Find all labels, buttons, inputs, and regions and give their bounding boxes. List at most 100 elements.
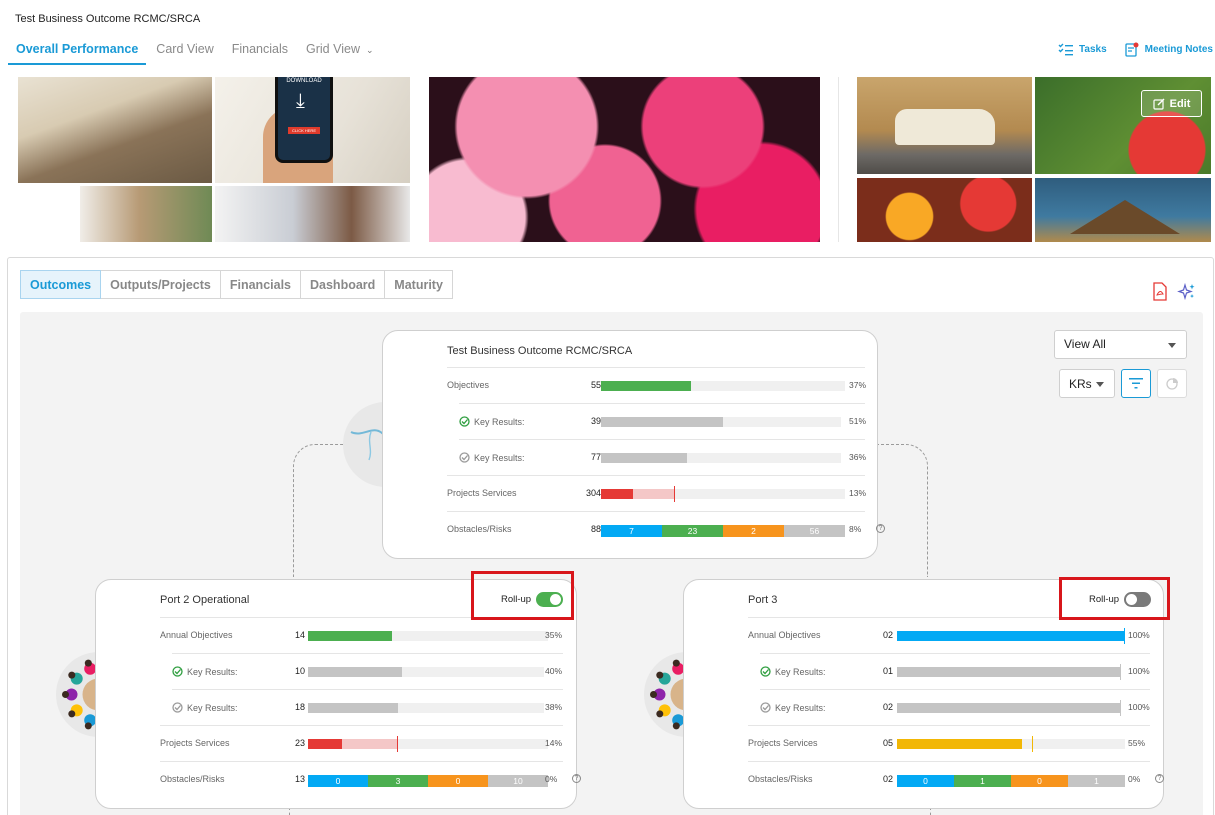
port3-row-count: 01 bbox=[882, 666, 893, 676]
port3-row-count: 02 bbox=[882, 702, 893, 712]
tab-financials-sub[interactable]: Financials bbox=[219, 270, 301, 299]
filter-icon bbox=[1129, 378, 1143, 389]
main-row-count: 88 bbox=[590, 524, 601, 534]
key-result-done-icon bbox=[459, 416, 470, 427]
port2-obstacles-bar: 0 3 0 10 bbox=[308, 775, 548, 787]
port2-card-title: Port 2 Operational bbox=[160, 594, 250, 606]
port3-row-count: 02 bbox=[882, 630, 893, 640]
tab-outcomes[interactable]: Outcomes bbox=[20, 270, 102, 299]
port2-progress-bar bbox=[308, 631, 548, 641]
main-row-label: Key Results: bbox=[459, 452, 525, 463]
port3-row-label: Projects Services bbox=[748, 738, 818, 748]
port2-row-kr-done: Key Results: 10 40% bbox=[172, 653, 563, 689]
daisies-photo bbox=[857, 178, 1032, 242]
port2-progress-fill bbox=[308, 667, 403, 677]
tab-grid-view-label: Grid View bbox=[306, 42, 360, 56]
tab-outputs-projects[interactable]: Outputs/Projects bbox=[100, 270, 221, 299]
tab-dashboard[interactable]: Dashboard bbox=[300, 270, 386, 299]
port3-row-obstacles: Obstacles/Risks 02 0 1 0 1 0%? bbox=[748, 761, 1164, 797]
outcome-card-main[interactable]: Test Business Outcome RCMC/SRCA Objective… bbox=[382, 330, 885, 559]
ai-sparkle-icon[interactable] bbox=[1177, 282, 1197, 302]
main-row-kr-pending: Key Results: 77 36% bbox=[459, 439, 866, 475]
port3-row-percent: 100% bbox=[1128, 666, 1150, 676]
tab-financials[interactable]: Financials bbox=[224, 36, 296, 65]
port2-row-label: Obstacles/Risks bbox=[160, 774, 225, 784]
port3-progress-bar bbox=[897, 736, 1125, 752]
tab-overall-performance[interactable]: Overall Performance bbox=[8, 36, 147, 65]
key-result-pending-icon bbox=[459, 452, 470, 463]
edit-icon bbox=[1153, 98, 1165, 110]
kr-select[interactable]: KRs bbox=[1059, 369, 1115, 398]
main-progress-fill bbox=[601, 489, 633, 499]
main-row-projects: Projects Services 304 13% bbox=[447, 475, 866, 511]
port3-complete-marker bbox=[1124, 628, 1125, 644]
rollup-highlight-port3 bbox=[1059, 577, 1170, 620]
port2-obstacle-segment-0: 0 bbox=[308, 775, 368, 787]
main-row-label: Obstacles/Risks bbox=[447, 524, 512, 534]
man-photo bbox=[80, 186, 212, 242]
banner-collage: DOWNLOAD ⤓ CLICK HERE Edit bbox=[0, 77, 1215, 242]
main-row-label-text: Projects Services bbox=[447, 488, 517, 498]
main-progress-bar bbox=[601, 453, 841, 463]
port2-row-label-text: Key Results: bbox=[187, 666, 238, 677]
notes-icon bbox=[1125, 42, 1139, 57]
help-icon[interactable]: ? bbox=[876, 524, 885, 533]
main-progress-fill bbox=[601, 453, 688, 463]
port2-progress-fill bbox=[308, 631, 392, 641]
main-progress-fill bbox=[601, 381, 692, 391]
tab-maturity[interactable]: Maturity bbox=[384, 270, 453, 299]
port3-row-percent: 100% bbox=[1128, 630, 1150, 640]
port3-progress-fill bbox=[897, 703, 1121, 713]
tab-card-view[interactable]: Card View bbox=[148, 36, 221, 65]
chart-button[interactable] bbox=[1157, 369, 1187, 398]
port2-row-label-text: Projects Services bbox=[160, 738, 230, 748]
tasks-button[interactable]: Tasks bbox=[1058, 42, 1107, 57]
port3-progress-bar bbox=[897, 664, 1121, 680]
edit-banner-button[interactable]: Edit bbox=[1141, 90, 1202, 117]
main-row-count: 304 bbox=[585, 488, 601, 498]
port2-obstacle-segment-3: 10 bbox=[488, 775, 548, 787]
port3-row-label: Key Results: bbox=[760, 666, 826, 677]
port2-row-obstacles: Obstacles/Risks 13 0 3 0 10 0%? bbox=[160, 761, 581, 797]
chevron-down-icon: ⌄ bbox=[365, 45, 374, 55]
port3-progress-bar bbox=[897, 700, 1121, 716]
meeting-notes-button[interactable]: Meeting Notes bbox=[1125, 42, 1213, 57]
main-progress-bar bbox=[601, 486, 845, 502]
port3-row-label: Obstacles/Risks bbox=[748, 774, 813, 784]
port2-projects-marker bbox=[396, 736, 398, 752]
main-obstacle-segment-0: 7 bbox=[601, 525, 662, 537]
main-progress-bar bbox=[601, 381, 845, 391]
hut-roof-shape bbox=[1070, 200, 1180, 234]
port3-row-count: 05 bbox=[882, 738, 893, 748]
tab-grid-view[interactable]: Grid View ⌄ bbox=[298, 36, 382, 65]
caret-down-icon bbox=[1168, 343, 1176, 348]
port3-obstacle-segment-3: 1 bbox=[1068, 775, 1125, 787]
port2-progress-bar bbox=[308, 703, 544, 713]
port2-row-kr-pending: Key Results: 18 38% bbox=[172, 689, 563, 725]
key-result-done-icon bbox=[760, 666, 771, 677]
pdf-export-icon[interactable] bbox=[1152, 282, 1168, 301]
port2-progress-fill bbox=[308, 703, 398, 713]
port3-row-kr-pending: Key Results: 02 100% bbox=[760, 689, 1150, 725]
help-icon[interactable]: ? bbox=[1155, 774, 1164, 783]
download-icon: ⤓ bbox=[296, 90, 305, 112]
port3-row-label-text: Obstacles/Risks bbox=[748, 774, 813, 784]
car-shape bbox=[895, 109, 995, 145]
port2-progress-fill bbox=[308, 739, 342, 749]
port3-row-percent: 55% bbox=[1128, 738, 1146, 748]
pie-chart-icon bbox=[1165, 378, 1178, 390]
main-row-label-text: Obstacles/Risks bbox=[447, 524, 512, 534]
hut-photo bbox=[1035, 178, 1211, 242]
port2-row-label: Annual Objectives bbox=[160, 630, 233, 640]
port3-row-label: Annual Objectives bbox=[748, 630, 821, 640]
filter-button[interactable] bbox=[1121, 369, 1151, 398]
edit-label: Edit bbox=[1169, 97, 1191, 110]
view-filter-select[interactable]: View All bbox=[1054, 330, 1187, 359]
port3-complete-marker bbox=[1120, 664, 1121, 680]
help-icon[interactable]: ? bbox=[572, 774, 581, 783]
port2-row-percent: 0% bbox=[545, 774, 558, 784]
main-row-label: Key Results: bbox=[459, 416, 525, 427]
main-row-objectives: Objectives 55 37% bbox=[447, 367, 866, 403]
main-row-kr-done: Key Results: 39 51% bbox=[459, 403, 866, 439]
port2-row-percent: 14% bbox=[545, 738, 563, 748]
